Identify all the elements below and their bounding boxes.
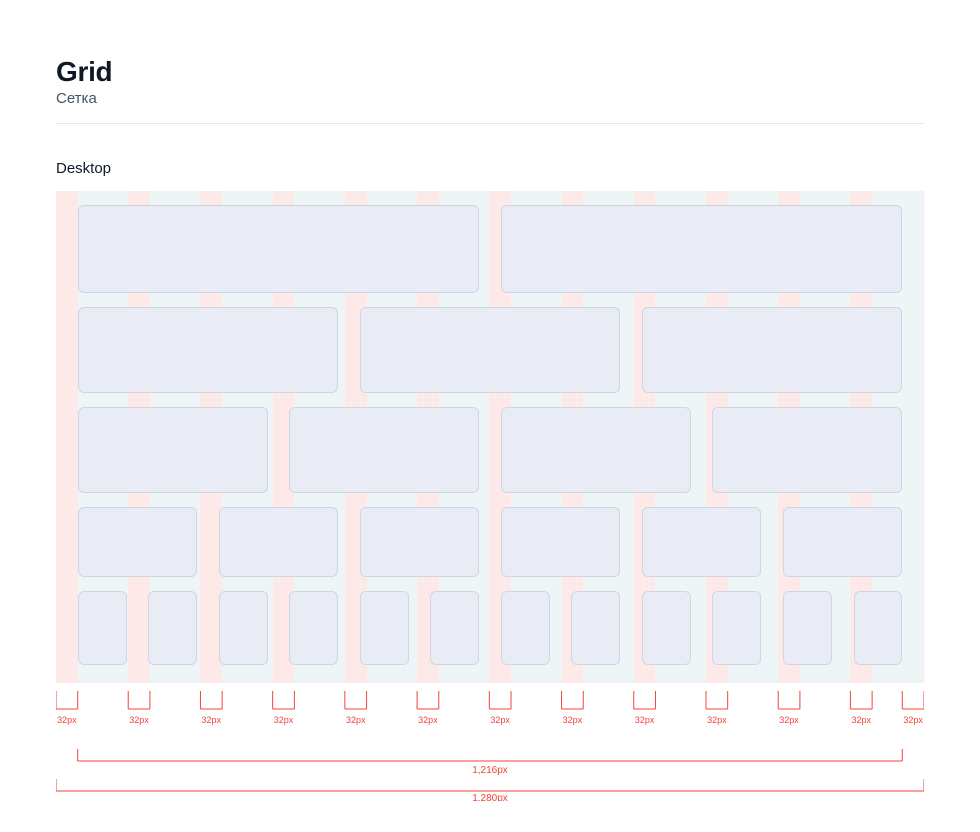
grid-block	[783, 507, 902, 577]
grid-block	[501, 205, 902, 293]
gutter-label: 32px	[563, 715, 583, 725]
grid-row	[78, 591, 903, 665]
grid-row	[78, 407, 903, 493]
grid-block	[148, 591, 197, 665]
grid-block	[712, 407, 902, 493]
gutter-label: 32px	[346, 715, 366, 725]
gutter-label: 32px	[418, 715, 438, 725]
grid-block	[430, 591, 479, 665]
grid-row	[78, 307, 903, 393]
divider	[56, 123, 924, 124]
grid-block	[78, 507, 197, 577]
breakpoint-label: Desktop	[56, 160, 924, 177]
grid-block	[360, 307, 620, 393]
grid-block	[219, 507, 338, 577]
grid-block	[219, 591, 268, 665]
gutter-label: 32px	[903, 715, 923, 725]
grid-row	[78, 205, 903, 293]
grid-block	[289, 591, 338, 665]
grid-block	[78, 307, 338, 393]
grid-block	[360, 591, 409, 665]
container-width-label: 1,280px	[472, 793, 508, 801]
grid-block	[642, 307, 902, 393]
gutter-label: 32px	[202, 715, 222, 725]
grid-block	[854, 591, 903, 665]
gutter-label: 32px	[852, 715, 872, 725]
measurement-svg: 32px 32px 32px 32px 32px 32px 32px 32px …	[56, 691, 924, 801]
gutter-measures: 32px 32px 32px 32px 32px 32px 32px 32px …	[56, 691, 924, 725]
grid-artboard	[56, 191, 924, 683]
grid-block	[642, 507, 761, 577]
grid-block	[783, 591, 832, 665]
page-subtitle: Сетка	[56, 90, 924, 107]
grid-block	[501, 407, 691, 493]
grid-block	[501, 507, 620, 577]
page-title: Grid	[56, 56, 924, 88]
grid-block	[78, 205, 479, 293]
content-width-label: 1,216px	[472, 765, 508, 776]
grid-block	[642, 591, 691, 665]
gutter-label: 32px	[490, 715, 510, 725]
grid-block	[289, 407, 479, 493]
grid-block	[78, 591, 127, 665]
grid-block	[712, 591, 761, 665]
grid-row	[78, 507, 903, 577]
gutter-label: 32px	[57, 715, 77, 725]
page: Grid Сетка Desktop	[0, 0, 980, 821]
gutter-label: 32px	[635, 715, 655, 725]
gutter-label: 32px	[707, 715, 727, 725]
gutter-label: 32px	[274, 715, 294, 725]
measurement-zone: 32px 32px 32px 32px 32px 32px 32px 32px …	[56, 691, 924, 801]
content-rows	[78, 205, 903, 669]
artboard-wrap: 32px 32px 32px 32px 32px 32px 32px 32px …	[56, 191, 924, 801]
grid-block	[360, 507, 479, 577]
gutter-label: 32px	[129, 715, 149, 725]
grid-block	[571, 591, 620, 665]
grid-block	[501, 591, 550, 665]
grid-block	[78, 407, 268, 493]
gutter-label: 32px	[779, 715, 799, 725]
